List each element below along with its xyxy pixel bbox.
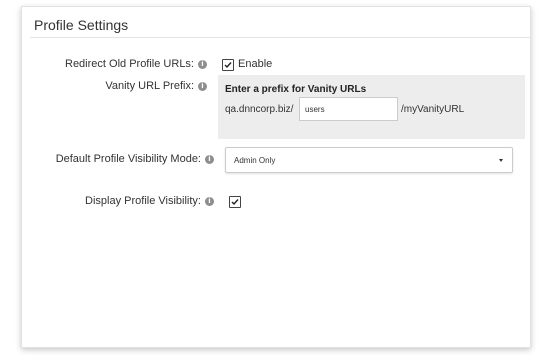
vanity-label-row: Vanity URL Prefix: i <box>105 80 207 92</box>
visibility-mode-label-row: Default Profile Visibility Mode: i <box>56 153 214 165</box>
display-visibility-label-row: Display Profile Visibility: i <box>85 195 214 207</box>
redirect-label-row: Redirect Old Profile URLs: i <box>65 58 207 70</box>
info-icon[interactable]: i <box>198 60 207 69</box>
vanity-url-box: Enter a prefix for Vanity URLs qa.dnncor… <box>218 75 525 139</box>
checkmark-icon <box>231 199 239 206</box>
title-divider <box>30 37 530 38</box>
vanity-suffix: /myVanityURL <box>401 104 465 115</box>
visibility-mode-label: Default Profile Visibility Mode: <box>55 153 201 165</box>
visibility-mode-select[interactable]: Admin Only <box>225 147 513 173</box>
info-icon[interactable]: i <box>198 82 207 91</box>
redirect-enable-checkbox[interactable] <box>222 59 234 71</box>
redirect-label: Redirect Old Profile URLs: <box>65 58 194 70</box>
checkmark-icon <box>224 62 232 69</box>
vanity-label: Vanity URL Prefix: <box>105 80 194 92</box>
vanity-domain: qa.dnncorp.biz/ <box>225 104 294 115</box>
info-icon[interactable]: i <box>205 197 214 206</box>
vanity-prefix-input[interactable]: users <box>299 97 398 121</box>
caret-down-icon <box>499 159 503 162</box>
display-visibility-label: Display Profile Visibility: <box>85 195 201 207</box>
panel-title: Profile Settings <box>34 17 129 33</box>
info-icon[interactable]: i <box>205 155 214 164</box>
display-visibility-checkbox[interactable] <box>229 196 241 208</box>
vanity-heading: Enter a prefix for Vanity URLs <box>225 84 367 95</box>
visibility-mode-value: Admin Only <box>234 156 276 165</box>
redirect-enable-label[interactable]: Enable <box>238 58 272 70</box>
